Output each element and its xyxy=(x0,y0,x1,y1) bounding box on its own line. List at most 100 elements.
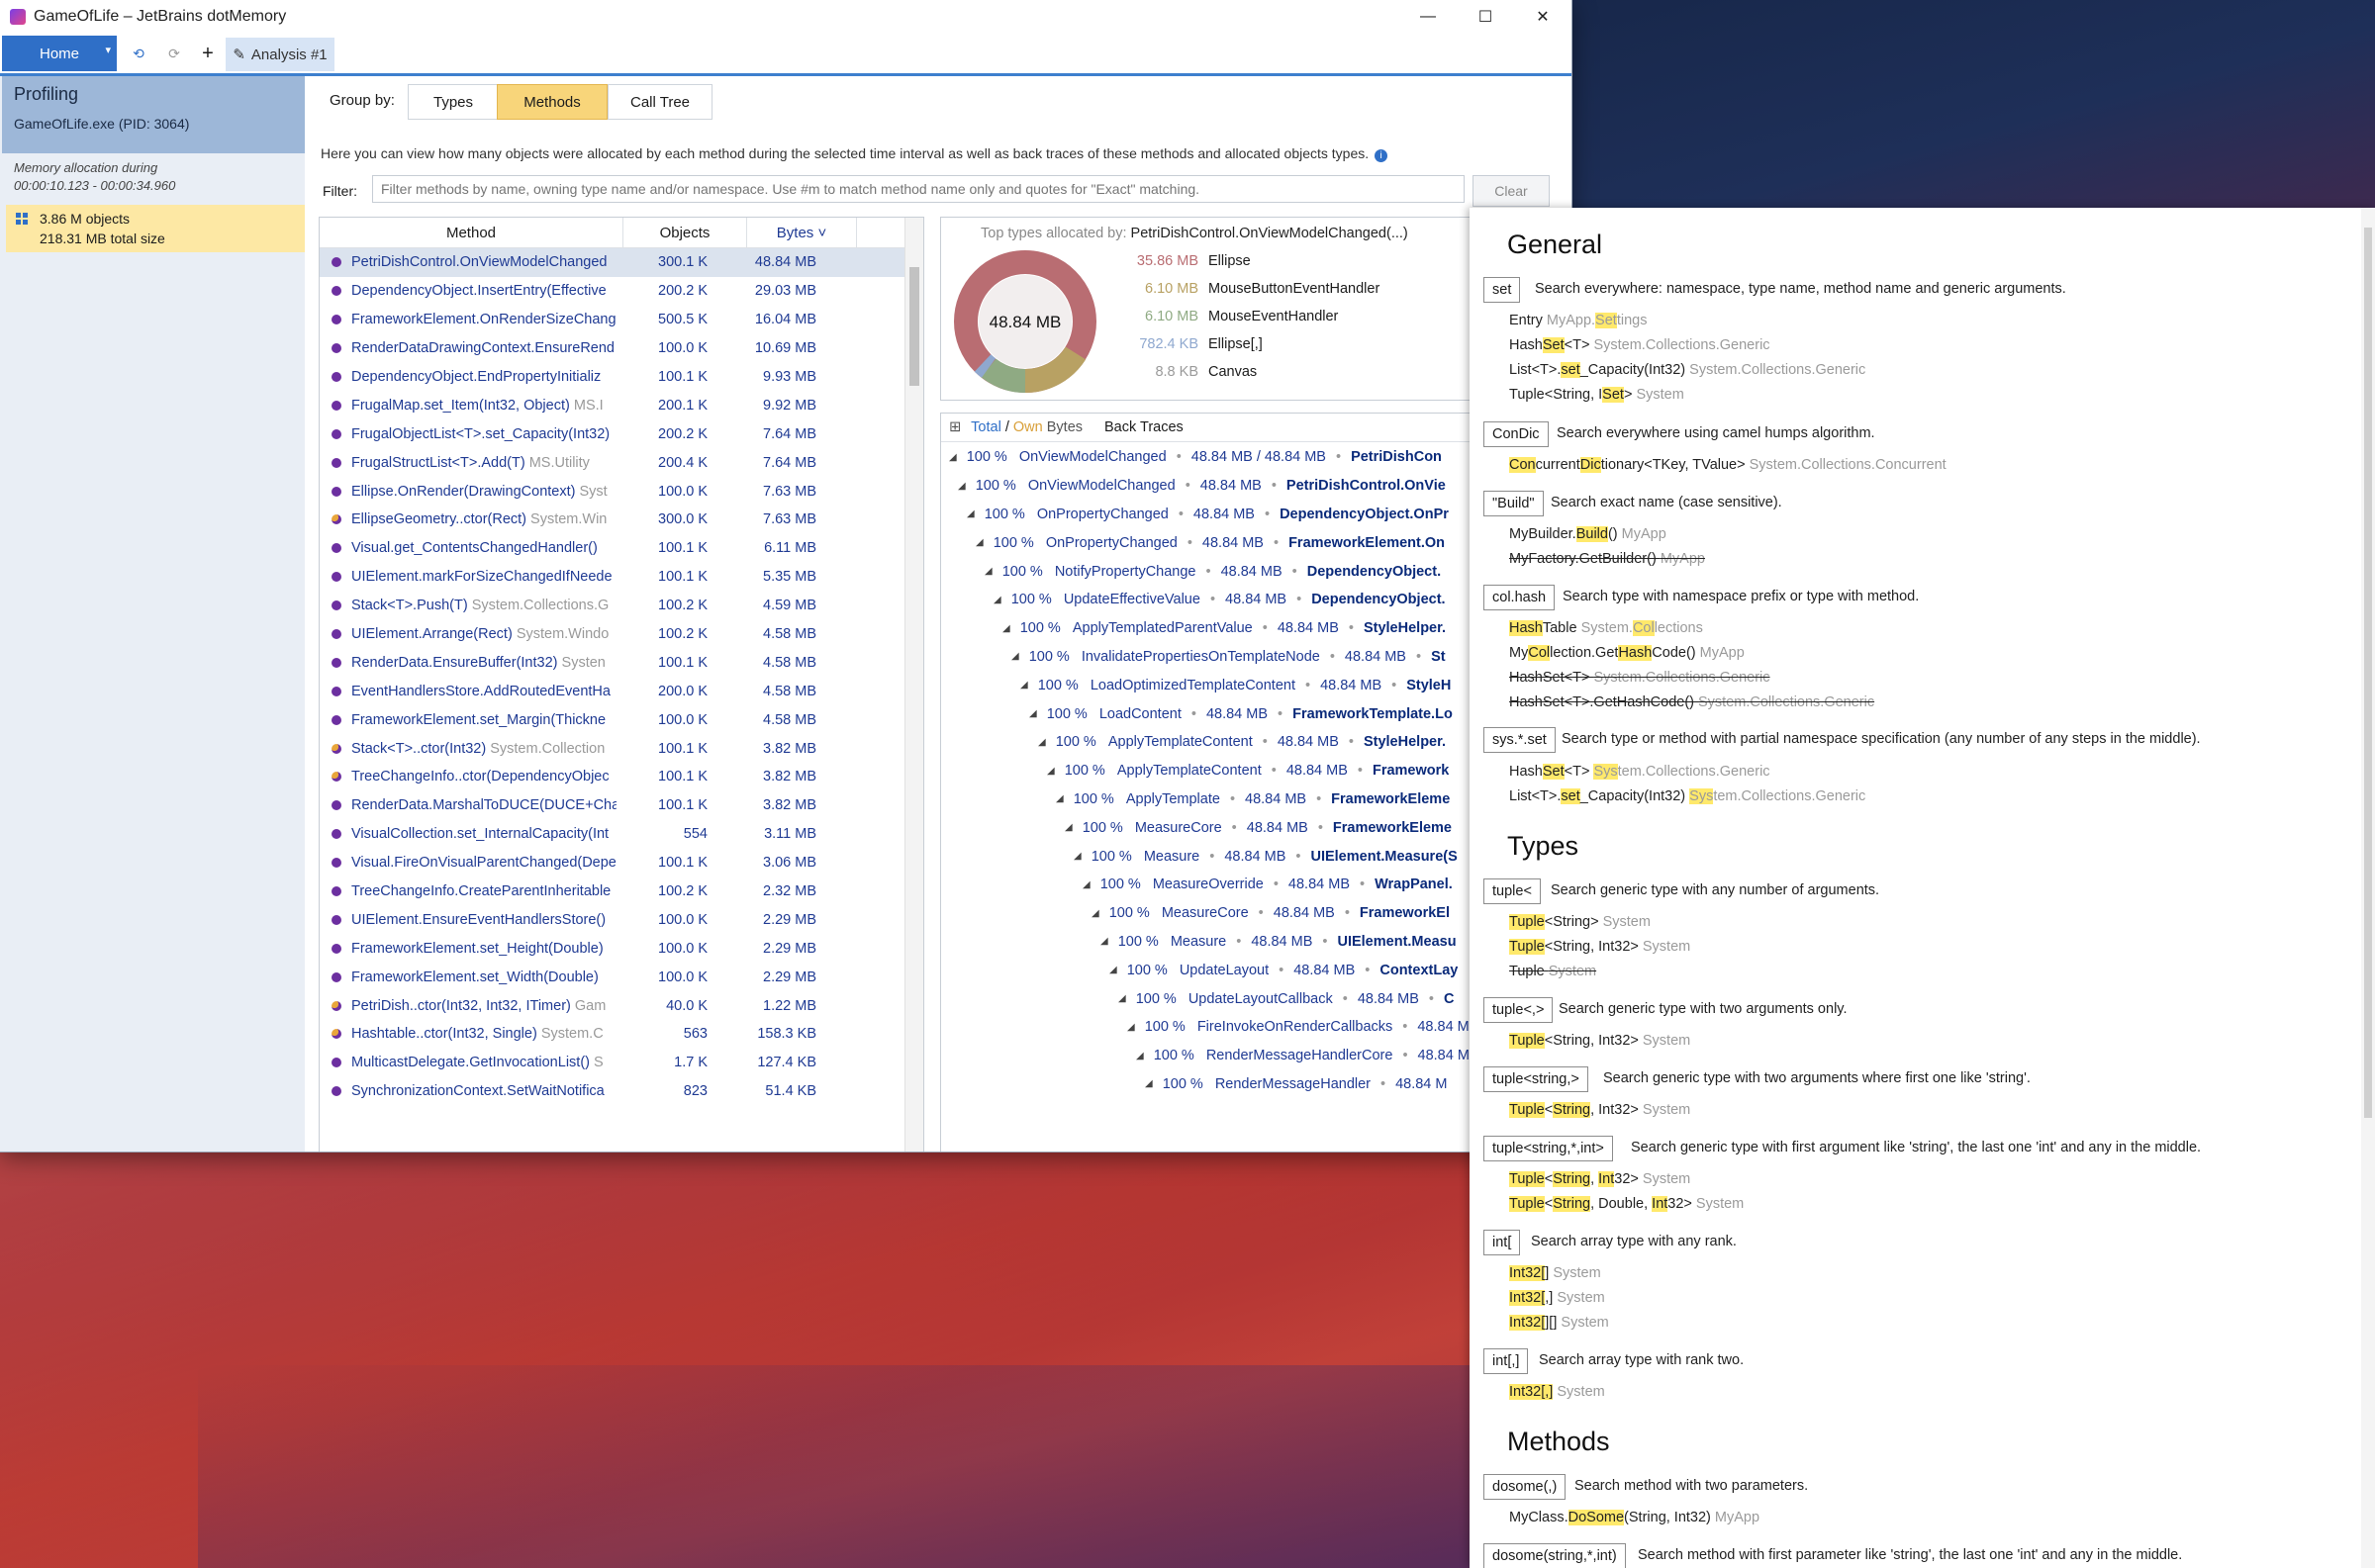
help-keyword[interactable]: tuple<string,*,int> xyxy=(1483,1136,1613,1161)
expand-triangle-icon[interactable]: ◢ xyxy=(1056,793,1064,804)
help-keyword[interactable]: ConDic xyxy=(1483,421,1549,447)
expand-triangle-icon[interactable]: ◢ xyxy=(1092,908,1099,919)
expand-triangle-icon[interactable]: ◢ xyxy=(1011,651,1019,662)
back-trace-row[interactable]: ◢ 100 % UpdateLayout • 48.84 MB • ContextLay xyxy=(1109,956,1458,984)
back-icon[interactable]: ⟲ xyxy=(127,42,150,65)
expand-triangle-icon[interactable]: ◢ xyxy=(1065,822,1073,833)
table-row[interactable]: TreeChangeInfo.CreateParentInheritable 1… xyxy=(320,877,923,906)
table-row[interactable]: Stack<T>.Push(T) System.Collections.G 100… xyxy=(320,592,923,620)
back-trace-row[interactable]: ◢ 100 % OnPropertyChanged • 48.84 MB • Framewo… xyxy=(976,528,1445,557)
expand-triangle-icon[interactable]: ◢ xyxy=(967,508,975,519)
tree-icon[interactable]: ⊞ xyxy=(949,419,961,435)
table-row[interactable]: EllipseGeometry..ctor(Rect) System.Win 30… xyxy=(320,506,923,534)
top-type-row[interactable]: 6.10 MB MouseEventHandler xyxy=(1119,309,1338,324)
scrollbar-thumb[interactable] xyxy=(909,267,919,386)
table-row[interactable]: FrugalMap.set_Item(Int32, Object) MS.I 20… xyxy=(320,391,923,419)
table-row[interactable]: UIElement.markForSizeChangedIfNeede 100.… xyxy=(320,563,923,592)
forward-icon[interactable]: ⟳ xyxy=(162,42,186,65)
column-method[interactable]: Method xyxy=(320,218,623,247)
table-row[interactable]: UIElement.Arrange(Rect) System.Windo 100.… xyxy=(320,620,923,649)
expand-triangle-icon[interactable]: ◢ xyxy=(958,481,966,492)
expand-triangle-icon[interactable]: ◢ xyxy=(976,537,984,548)
table-row[interactable]: Hashtable..ctor(Int32, Single) System.C 5… xyxy=(320,1020,923,1049)
back-trace-row[interactable]: ◢ 100 % RenderMessageHandler • 48.84 M xyxy=(1145,1070,1457,1099)
vertical-scrollbar[interactable] xyxy=(904,218,923,1152)
table-row[interactable]: MulticastDelegate.GetInvocationList() S 1… xyxy=(320,1049,923,1077)
back-trace-row[interactable]: ◢ 100 % Measure • 48.84 MB • UIElement.Measure… xyxy=(1074,842,1458,871)
table-row[interactable]: PetriDishControl.OnViewModelChanged 300.… xyxy=(320,248,923,277)
back-trace-row[interactable]: ◢ 100 % ApplyTemplateContent • 48.84 MB • Fram… xyxy=(1047,757,1449,785)
table-row[interactable]: UIElement.EnsureEventHandlersStore() 100… xyxy=(320,905,923,934)
expand-triangle-icon[interactable]: ◢ xyxy=(1109,965,1117,975)
table-row[interactable]: DependencyObject.EndPropertyInitializ 10… xyxy=(320,363,923,392)
clear-button[interactable]: Clear xyxy=(1472,175,1550,207)
table-row[interactable]: RenderData.EnsureBuffer(Int32) Systen 100… xyxy=(320,648,923,677)
table-row[interactable]: VisualCollection.set_InternalCapacity(In… xyxy=(320,820,923,849)
expand-triangle-icon[interactable]: ◢ xyxy=(1145,1078,1153,1089)
table-row[interactable]: FrameworkElement.set_Height(Double) 100.… xyxy=(320,934,923,963)
table-row[interactable]: RenderData.MarshalToDUCE(DUCE+Cha 100.1 … xyxy=(320,791,923,820)
close-button[interactable]: ✕ xyxy=(1514,0,1571,34)
back-trace-row[interactable]: ◢ 100 % InvalidatePropertiesOnTemplateNode… xyxy=(1011,643,1446,672)
back-trace-row[interactable]: ◢ 100 % ApplyTemplateContent • 48.84 MB • Styl… xyxy=(1038,728,1446,757)
expand-triangle-icon[interactable]: ◢ xyxy=(1127,1022,1135,1033)
help-keyword[interactable]: tuple< xyxy=(1483,878,1541,904)
table-row[interactable]: PetriDish..ctor(Int32, Int32, ITimer) Ga… xyxy=(320,991,923,1020)
help-keyword[interactable]: tuple<string,> xyxy=(1483,1066,1588,1092)
table-row[interactable]: RenderDataDrawingContext.EnsureRend 100.… xyxy=(320,334,923,363)
back-trace-row[interactable]: ◢ 100 % MeasureCore • 48.84 MB • FrameworkElem… xyxy=(1065,813,1452,842)
top-type-row[interactable]: 782.4 KB Ellipse[,] xyxy=(1119,336,1262,352)
top-type-row[interactable]: 6.10 MB MouseButtonEventHandler xyxy=(1119,281,1379,297)
help-keyword[interactable]: tuple<,> xyxy=(1483,997,1554,1023)
expand-triangle-icon[interactable]: ◢ xyxy=(1047,766,1055,777)
top-type-row[interactable]: 35.86 MB Ellipse xyxy=(1119,253,1251,269)
back-trace-row[interactable]: ◢ 100 % OnViewModelChanged • 48.84 MB • PetriD… xyxy=(958,472,1446,501)
back-trace-row[interactable]: ◢ 100 % MeasureOverride • 48.84 MB • WrapPanel… xyxy=(1083,871,1453,899)
expand-triangle-icon[interactable]: ◢ xyxy=(1118,993,1126,1004)
toggle-total[interactable]: Total xyxy=(971,419,1001,435)
back-trace-row[interactable]: ◢ 100 % ApplyTemplatedParentValue • 48.84 MB… xyxy=(1002,614,1446,643)
help-keyword[interactable]: int[ xyxy=(1483,1230,1521,1255)
allocation-summary-card[interactable]: 3.86 M objects 218.31 MB total size xyxy=(6,205,305,252)
back-trace-row[interactable]: ◢ 100 % NotifyPropertyChange • 48.84 MB • Depe… xyxy=(985,557,1441,586)
back-trace-row[interactable]: ◢ 100 % UpdateEffectiveValue • 48.84 MB • Depe… xyxy=(994,586,1446,614)
expand-triangle-icon[interactable]: ◢ xyxy=(1136,1051,1144,1061)
back-trace-row[interactable]: ◢ 100 % RenderMessageHandlerCore • 48.84 M xyxy=(1136,1042,1479,1070)
expand-triangle-icon[interactable]: ◢ xyxy=(1002,623,1010,634)
back-trace-row[interactable]: ◢ 100 % LoadContent • 48.84 MB • FrameworkTemp… xyxy=(1029,699,1453,728)
table-row[interactable]: FrameworkElement.set_Width(Double) 100.0… xyxy=(320,963,923,991)
back-trace-row[interactable]: ◢ 100 % LoadOptimizedTemplateContent • 48.84… xyxy=(1020,671,1451,699)
expand-triangle-icon[interactable]: ◢ xyxy=(949,452,957,463)
minimize-button[interactable]: — xyxy=(1399,0,1457,34)
tab-analysis[interactable]: ✎ Analysis #1 xyxy=(226,38,334,71)
back-trace-row[interactable]: ◢ 100 % FireInvokeOnRenderCallbacks • 48.84 … xyxy=(1127,1013,1479,1042)
table-row[interactable]: DependencyObject.InsertEntry(Effective 2… xyxy=(320,277,923,306)
toggle-own[interactable]: Own xyxy=(1013,419,1043,435)
types-donut-chart[interactable]: 48.84 MB xyxy=(951,247,1099,396)
table-row[interactable]: EventHandlersStore.AddRoutedEventHa 200.… xyxy=(320,677,923,705)
add-icon[interactable]: + xyxy=(196,42,220,65)
chevron-down-icon[interactable]: ▾ xyxy=(105,44,111,56)
table-row[interactable]: FrameworkElement.OnRenderSizeChang 500.5… xyxy=(320,306,923,334)
table-row[interactable]: FrameworkElement.set_Margin(Thickne 100.… xyxy=(320,705,923,734)
filter-input[interactable] xyxy=(372,175,1465,203)
back-trace-row[interactable]: ◢ 100 % MeasureCore • 48.84 MB • FrameworkEl xyxy=(1092,899,1450,928)
help-keyword[interactable]: sys.*.set xyxy=(1483,727,1556,753)
home-button[interactable]: Home ▾ xyxy=(2,36,117,71)
table-row[interactable]: Visual.get_ContentsChangedHandler() 100.… xyxy=(320,534,923,563)
expand-triangle-icon[interactable]: ◢ xyxy=(1020,680,1028,691)
back-trace-row[interactable]: ◢ 100 % Measure • 48.84 MB • UIElement.Measu xyxy=(1100,928,1457,957)
back-trace-row[interactable]: ◢ 100 % OnPropertyChanged • 48.84 MB • Depende… xyxy=(967,501,1449,529)
help-keyword[interactable]: "Build" xyxy=(1483,491,1544,516)
column-objects[interactable]: Objects xyxy=(623,218,747,247)
table-row[interactable]: SynchronizationContext.SetWaitNotifica 8… xyxy=(320,1077,923,1106)
table-row[interactable]: FrugalStructList<T>.Add(T) MS.Utility 200… xyxy=(320,448,923,477)
help-keyword[interactable]: dosome(string,*,int) xyxy=(1483,1543,1626,1568)
tab-call-tree[interactable]: Call Tree xyxy=(608,84,712,120)
help-keyword[interactable]: dosome(,) xyxy=(1483,1474,1567,1500)
table-row[interactable]: Visual.FireOnVisualParentChanged(Depe 10… xyxy=(320,849,923,877)
column-bytes[interactable]: Bytes ˅ xyxy=(747,218,857,247)
maximize-button[interactable]: ☐ xyxy=(1457,0,1514,34)
expand-triangle-icon[interactable]: ◢ xyxy=(1029,708,1037,719)
expand-triangle-icon[interactable]: ◢ xyxy=(1100,936,1108,947)
